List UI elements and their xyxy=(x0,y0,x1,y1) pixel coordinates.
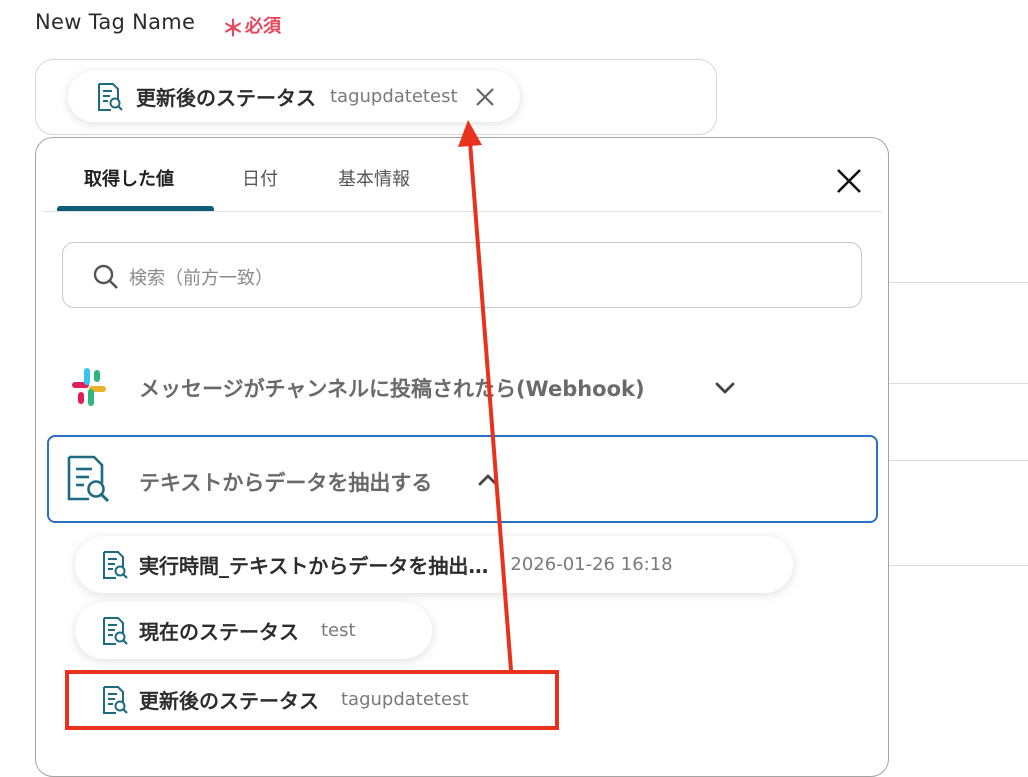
document-search-icon xyxy=(98,82,123,111)
tab-divider xyxy=(42,211,882,212)
selected-tag-chip[interactable]: 更新後のステータス tagupdatetest xyxy=(68,71,520,122)
item-value: test xyxy=(321,620,356,641)
item-name: 実行時間_テキストからデータを抽出… xyxy=(139,554,489,578)
document-search-icon xyxy=(103,550,128,579)
selected-tag-name: 更新後のステータス xyxy=(136,86,316,110)
section-slack-trigger[interactable]: メッセージがチャンネルに投稿されたら(Webhook) xyxy=(139,373,645,403)
field-label: New Tag Name xyxy=(35,10,196,34)
background-divider xyxy=(889,460,1028,461)
chevron-up-icon[interactable] xyxy=(476,470,500,490)
highlight-box xyxy=(65,670,559,730)
item-name: 現在のステータス xyxy=(139,620,299,644)
selected-tag-value: tagupdatetest xyxy=(330,86,458,107)
search-icon xyxy=(93,264,118,289)
tab-basic-info[interactable]: 基本情報 xyxy=(338,165,410,191)
required-text: 必須 xyxy=(245,16,281,37)
background-divider xyxy=(889,565,1028,566)
required-mark: ＊ xyxy=(222,17,245,42)
background-divider xyxy=(889,383,1028,384)
search-placeholder: 検索（前方一致） xyxy=(129,268,273,289)
list-item-execution-time[interactable]: 実行時間_テキストからデータを抽出… 2026-01-26 16:18 xyxy=(75,536,793,593)
remove-tag-icon[interactable] xyxy=(474,86,496,108)
list-item-current-status[interactable]: 現在のステータス test xyxy=(75,602,432,659)
item-value: 2026-01-26 16:18 xyxy=(510,554,673,575)
tab-date[interactable]: 日付 xyxy=(242,165,278,191)
close-icon[interactable] xyxy=(834,166,864,196)
chevron-down-icon[interactable] xyxy=(713,378,737,398)
background-divider xyxy=(889,282,1028,283)
slack-icon xyxy=(72,368,106,406)
tab-retrieved-values[interactable]: 取得した値 xyxy=(84,165,174,191)
document-search-icon xyxy=(103,616,128,645)
document-search-icon xyxy=(67,455,110,503)
section-extract-data-title: テキストからデータを抽出する xyxy=(139,471,433,495)
